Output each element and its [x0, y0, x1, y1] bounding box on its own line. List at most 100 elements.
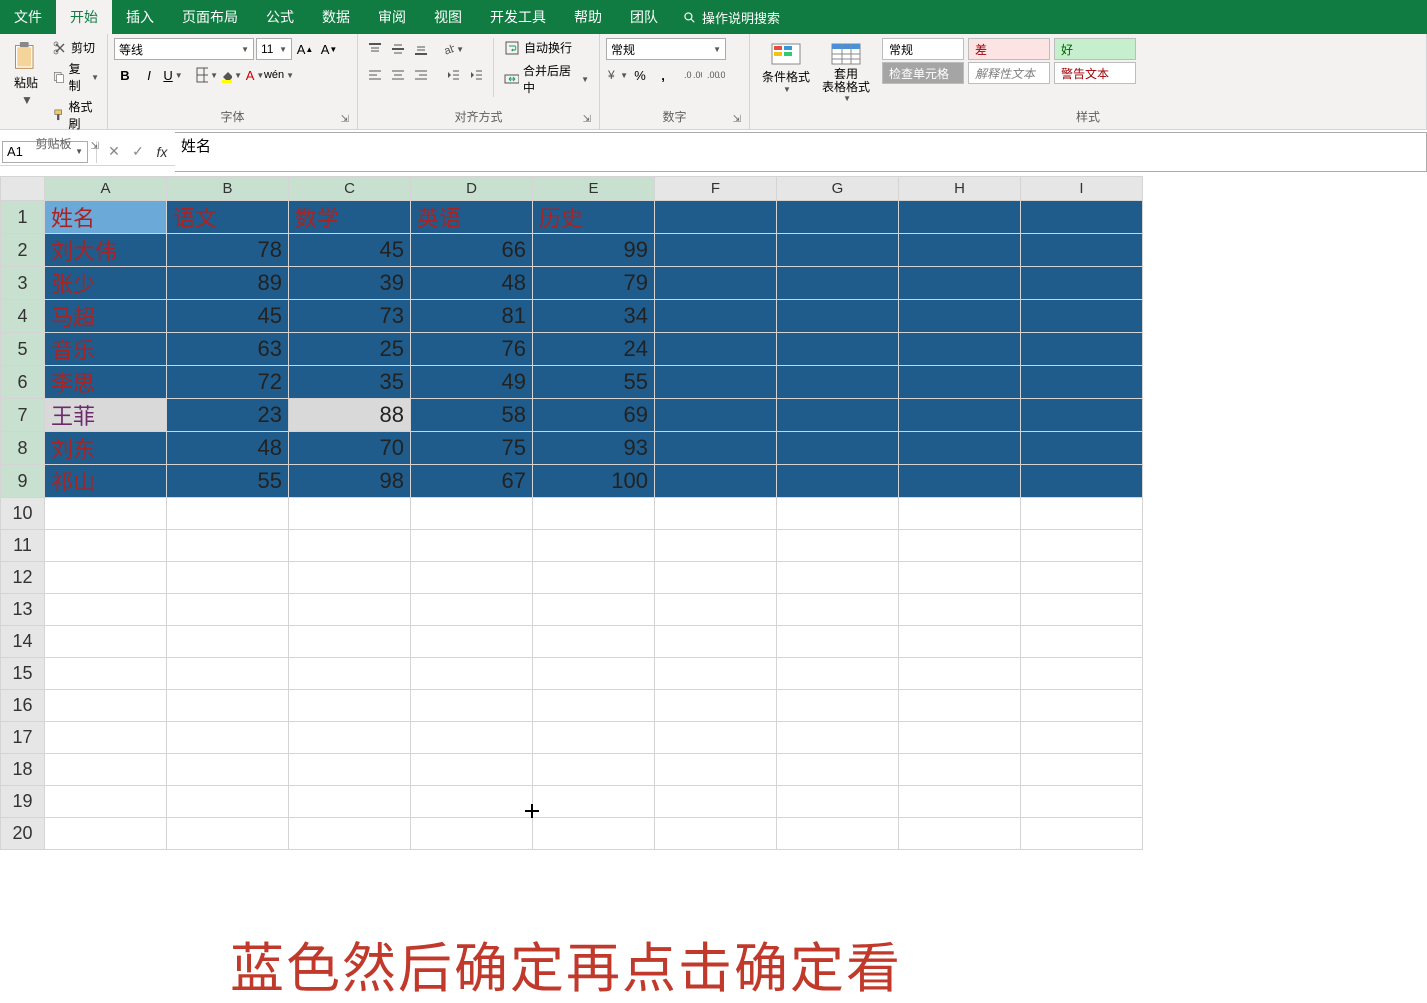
row-header-7[interactable]: 7 — [1, 399, 45, 432]
conditional-format-button[interactable]: 条件格式▼ — [756, 38, 816, 96]
cell[interactable] — [533, 818, 655, 850]
cell[interactable] — [533, 530, 655, 562]
copy-button[interactable]: 复制▼ — [50, 59, 101, 95]
cell[interactable]: 数学 — [289, 201, 411, 234]
cellstyle-bad[interactable]: 差 — [968, 38, 1050, 60]
cell[interactable] — [167, 498, 289, 530]
cell[interactable] — [289, 562, 411, 594]
cell[interactable] — [899, 498, 1021, 530]
cell[interactable] — [777, 465, 899, 498]
cell[interactable] — [45, 562, 167, 594]
cell[interactable] — [289, 722, 411, 754]
decrease-font-icon[interactable]: A▼ — [318, 38, 340, 60]
cellstyle-warn[interactable]: 警告文本 — [1054, 62, 1136, 84]
cell[interactable] — [777, 594, 899, 626]
cell[interactable]: 58 — [411, 399, 533, 432]
accounting-format-icon[interactable]: ¥▼ — [606, 64, 628, 86]
row-header-3[interactable]: 3 — [1, 267, 45, 300]
row-header-1[interactable]: 1 — [1, 201, 45, 234]
cell[interactable] — [167, 754, 289, 786]
cell[interactable] — [1021, 498, 1143, 530]
cell[interactable]: 89 — [167, 267, 289, 300]
cell[interactable]: 75 — [411, 432, 533, 465]
cell[interactable]: 66 — [411, 234, 533, 267]
cell[interactable]: 历史 — [533, 201, 655, 234]
col-header-C[interactable]: C — [289, 177, 411, 201]
cell[interactable]: 73 — [289, 300, 411, 333]
col-header-A[interactable]: A — [45, 177, 167, 201]
cell[interactable]: 刘东 — [45, 432, 167, 465]
cell[interactable] — [533, 658, 655, 690]
borders-button[interactable]: ▼ — [196, 64, 218, 86]
cell[interactable]: 76 — [411, 333, 533, 366]
cell[interactable] — [899, 626, 1021, 658]
cell[interactable] — [777, 658, 899, 690]
comma-format-icon[interactable]: , — [652, 64, 674, 86]
cell[interactable] — [899, 300, 1021, 333]
cell[interactable]: 48 — [411, 267, 533, 300]
row-header-15[interactable]: 15 — [1, 658, 45, 690]
cell[interactable]: 100 — [533, 465, 655, 498]
cell[interactable] — [411, 722, 533, 754]
cell[interactable] — [167, 658, 289, 690]
cell[interactable] — [1021, 690, 1143, 722]
cell[interactable] — [655, 626, 777, 658]
tab-insert[interactable]: 插入 — [112, 0, 168, 34]
cell[interactable] — [411, 658, 533, 690]
cell[interactable] — [777, 399, 899, 432]
cell[interactable] — [777, 690, 899, 722]
row-header-14[interactable]: 14 — [1, 626, 45, 658]
font-color-button[interactable]: A▼ — [244, 64, 266, 86]
align-bottom-icon[interactable] — [410, 38, 432, 60]
merge-center-button[interactable]: 合并后居中▼ — [500, 61, 593, 97]
percent-format-icon[interactable]: % — [629, 64, 651, 86]
cell[interactable] — [899, 530, 1021, 562]
cell[interactable] — [289, 754, 411, 786]
align-center-icon[interactable] — [387, 64, 409, 86]
cell[interactable]: 55 — [533, 366, 655, 399]
cell[interactable] — [777, 267, 899, 300]
decrease-decimal-icon[interactable]: .00.0 — [705, 64, 727, 86]
cell[interactable]: 祁山 — [45, 465, 167, 498]
increase-font-icon[interactable]: A▲ — [294, 38, 316, 60]
cell[interactable] — [289, 818, 411, 850]
cell[interactable]: 67 — [411, 465, 533, 498]
cell[interactable] — [45, 722, 167, 754]
cell[interactable] — [45, 658, 167, 690]
tab-help[interactable]: 帮助 — [560, 0, 616, 34]
cellstyle-check[interactable]: 检查单元格 — [882, 62, 964, 84]
cell[interactable] — [167, 818, 289, 850]
underline-button[interactable]: U▼ — [162, 64, 184, 86]
cell[interactable] — [655, 234, 777, 267]
cell[interactable]: 35 — [289, 366, 411, 399]
cell[interactable] — [899, 722, 1021, 754]
cell[interactable] — [655, 690, 777, 722]
cell[interactable] — [289, 690, 411, 722]
increase-indent-icon[interactable] — [465, 64, 487, 86]
cell[interactable] — [289, 626, 411, 658]
cell[interactable] — [777, 234, 899, 267]
cell[interactable]: 72 — [167, 366, 289, 399]
clipboard-launcher-icon[interactable]: ⇲ — [91, 141, 99, 152]
tab-file[interactable]: 文件 — [0, 0, 56, 34]
cell[interactable] — [777, 530, 899, 562]
tab-formulas[interactable]: 公式 — [252, 0, 308, 34]
cell[interactable] — [777, 366, 899, 399]
cell[interactable] — [655, 465, 777, 498]
cell[interactable] — [45, 530, 167, 562]
row-header-12[interactable]: 12 — [1, 562, 45, 594]
cell[interactable] — [1021, 333, 1143, 366]
cell[interactable] — [1021, 594, 1143, 626]
cell[interactable] — [411, 754, 533, 786]
cell[interactable] — [533, 786, 655, 818]
cell[interactable]: 49 — [411, 366, 533, 399]
spreadsheet-grid[interactable]: A B C D E F G H I 1姓名语文数学英语历史2刘大伟7845669… — [0, 176, 1143, 850]
cell[interactable] — [1021, 432, 1143, 465]
cell[interactable] — [777, 300, 899, 333]
cell[interactable] — [655, 786, 777, 818]
cell[interactable] — [655, 722, 777, 754]
font-name-select[interactable]: 等线▼ — [114, 38, 254, 60]
cell[interactable] — [1021, 530, 1143, 562]
cell[interactable] — [45, 754, 167, 786]
format-as-table-button[interactable]: 套用 表格格式▼ — [816, 38, 876, 105]
